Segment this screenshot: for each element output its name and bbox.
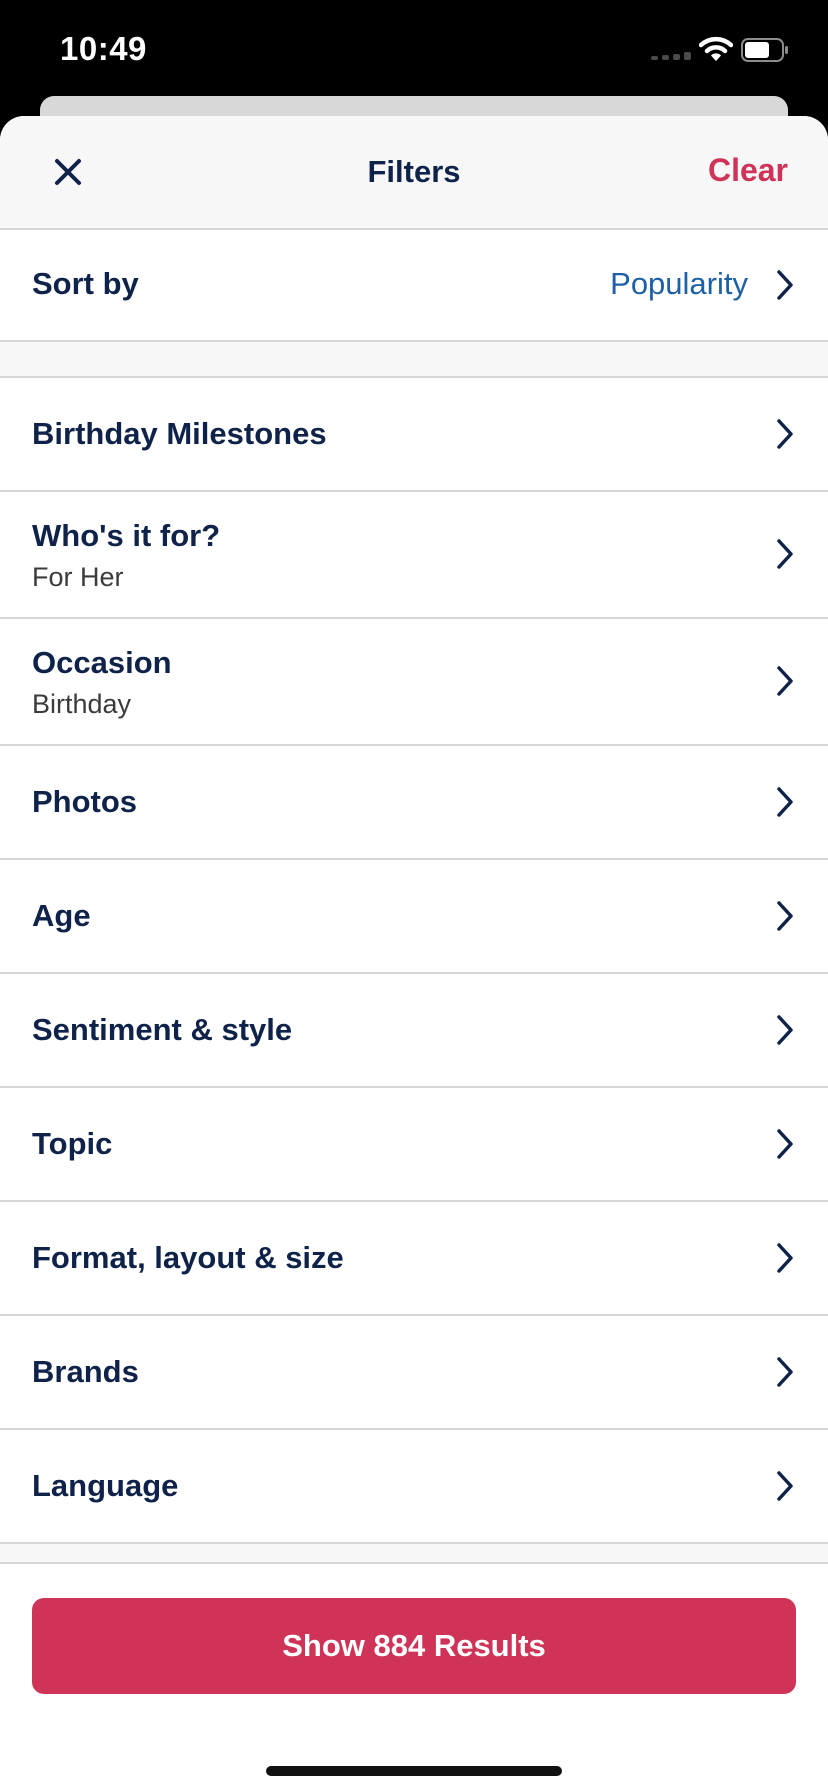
footer-divider <box>0 1544 828 1562</box>
chevron-right-icon <box>777 1471 793 1501</box>
chevron-right-icon <box>777 270 793 300</box>
chevron-right-icon <box>777 1357 793 1387</box>
show-results-button[interactable]: Show 884 Results <box>32 1598 796 1694</box>
filter-row-occasion[interactable]: Occasion Birthday <box>0 619 828 746</box>
filter-selected-value: Birthday <box>32 689 132 719</box>
section-divider <box>0 342 828 378</box>
filter-label: Birthday Milestones <box>32 416 327 451</box>
chevron-right-icon <box>777 1243 793 1273</box>
clear-button[interactable]: Clear <box>708 152 788 189</box>
filter-row-language[interactable]: Language <box>0 1430 828 1544</box>
cellular-signal-icon <box>651 52 691 60</box>
battery-icon <box>741 38 788 62</box>
filter-label: Who's it for? <box>32 518 221 553</box>
chevron-right-icon <box>777 1129 793 1159</box>
status-bar: 10:49 <box>0 0 828 100</box>
sort-by-value: Popularity <box>610 266 748 301</box>
filter-label: Occasion <box>32 645 172 680</box>
filter-label: Sentiment & style <box>32 1012 293 1047</box>
sheet-header: Filters Clear <box>0 116 828 230</box>
filter-label: Language <box>32 1468 179 1503</box>
filter-row-format-layout-size[interactable]: Format, layout & size <box>0 1202 828 1316</box>
filter-row-whos-it-for[interactable]: Who's it for? For Her <box>0 492 828 619</box>
chevron-right-icon <box>777 666 793 696</box>
chevron-right-icon <box>777 787 793 817</box>
filter-row-photos[interactable]: Photos <box>0 746 828 860</box>
filter-row-sentiment-style[interactable]: Sentiment & style <box>0 974 828 1088</box>
footer: Show 884 Results <box>0 1562 828 1792</box>
chevron-right-icon <box>777 419 793 449</box>
filter-label: Photos <box>32 784 138 819</box>
home-indicator <box>266 1766 562 1776</box>
filter-label: Format, layout & size <box>32 1240 344 1275</box>
chevron-right-icon <box>777 1015 793 1045</box>
filter-row-age[interactable]: Age <box>0 860 828 974</box>
wifi-icon <box>699 36 733 61</box>
filter-row-birthday-milestones[interactable]: Birthday Milestones <box>0 378 828 492</box>
chevron-right-icon <box>777 539 793 569</box>
sort-by-row[interactable]: Sort by Popularity <box>0 230 828 342</box>
filters-sheet: Filters Clear Sort by Popularity Birthda… <box>0 116 828 1792</box>
filter-label: Brands <box>32 1354 139 1389</box>
filter-label: Topic <box>32 1126 113 1161</box>
filter-selected-value: For Her <box>32 562 124 592</box>
filter-row-brands[interactable]: Brands <box>0 1316 828 1430</box>
page-title: Filters <box>367 154 461 189</box>
filter-label: Age <box>32 898 91 933</box>
status-time: 10:49 <box>60 30 147 67</box>
sort-by-label: Sort by <box>32 266 139 301</box>
chevron-right-icon <box>777 901 793 931</box>
filter-row-topic[interactable]: Topic <box>0 1088 828 1202</box>
